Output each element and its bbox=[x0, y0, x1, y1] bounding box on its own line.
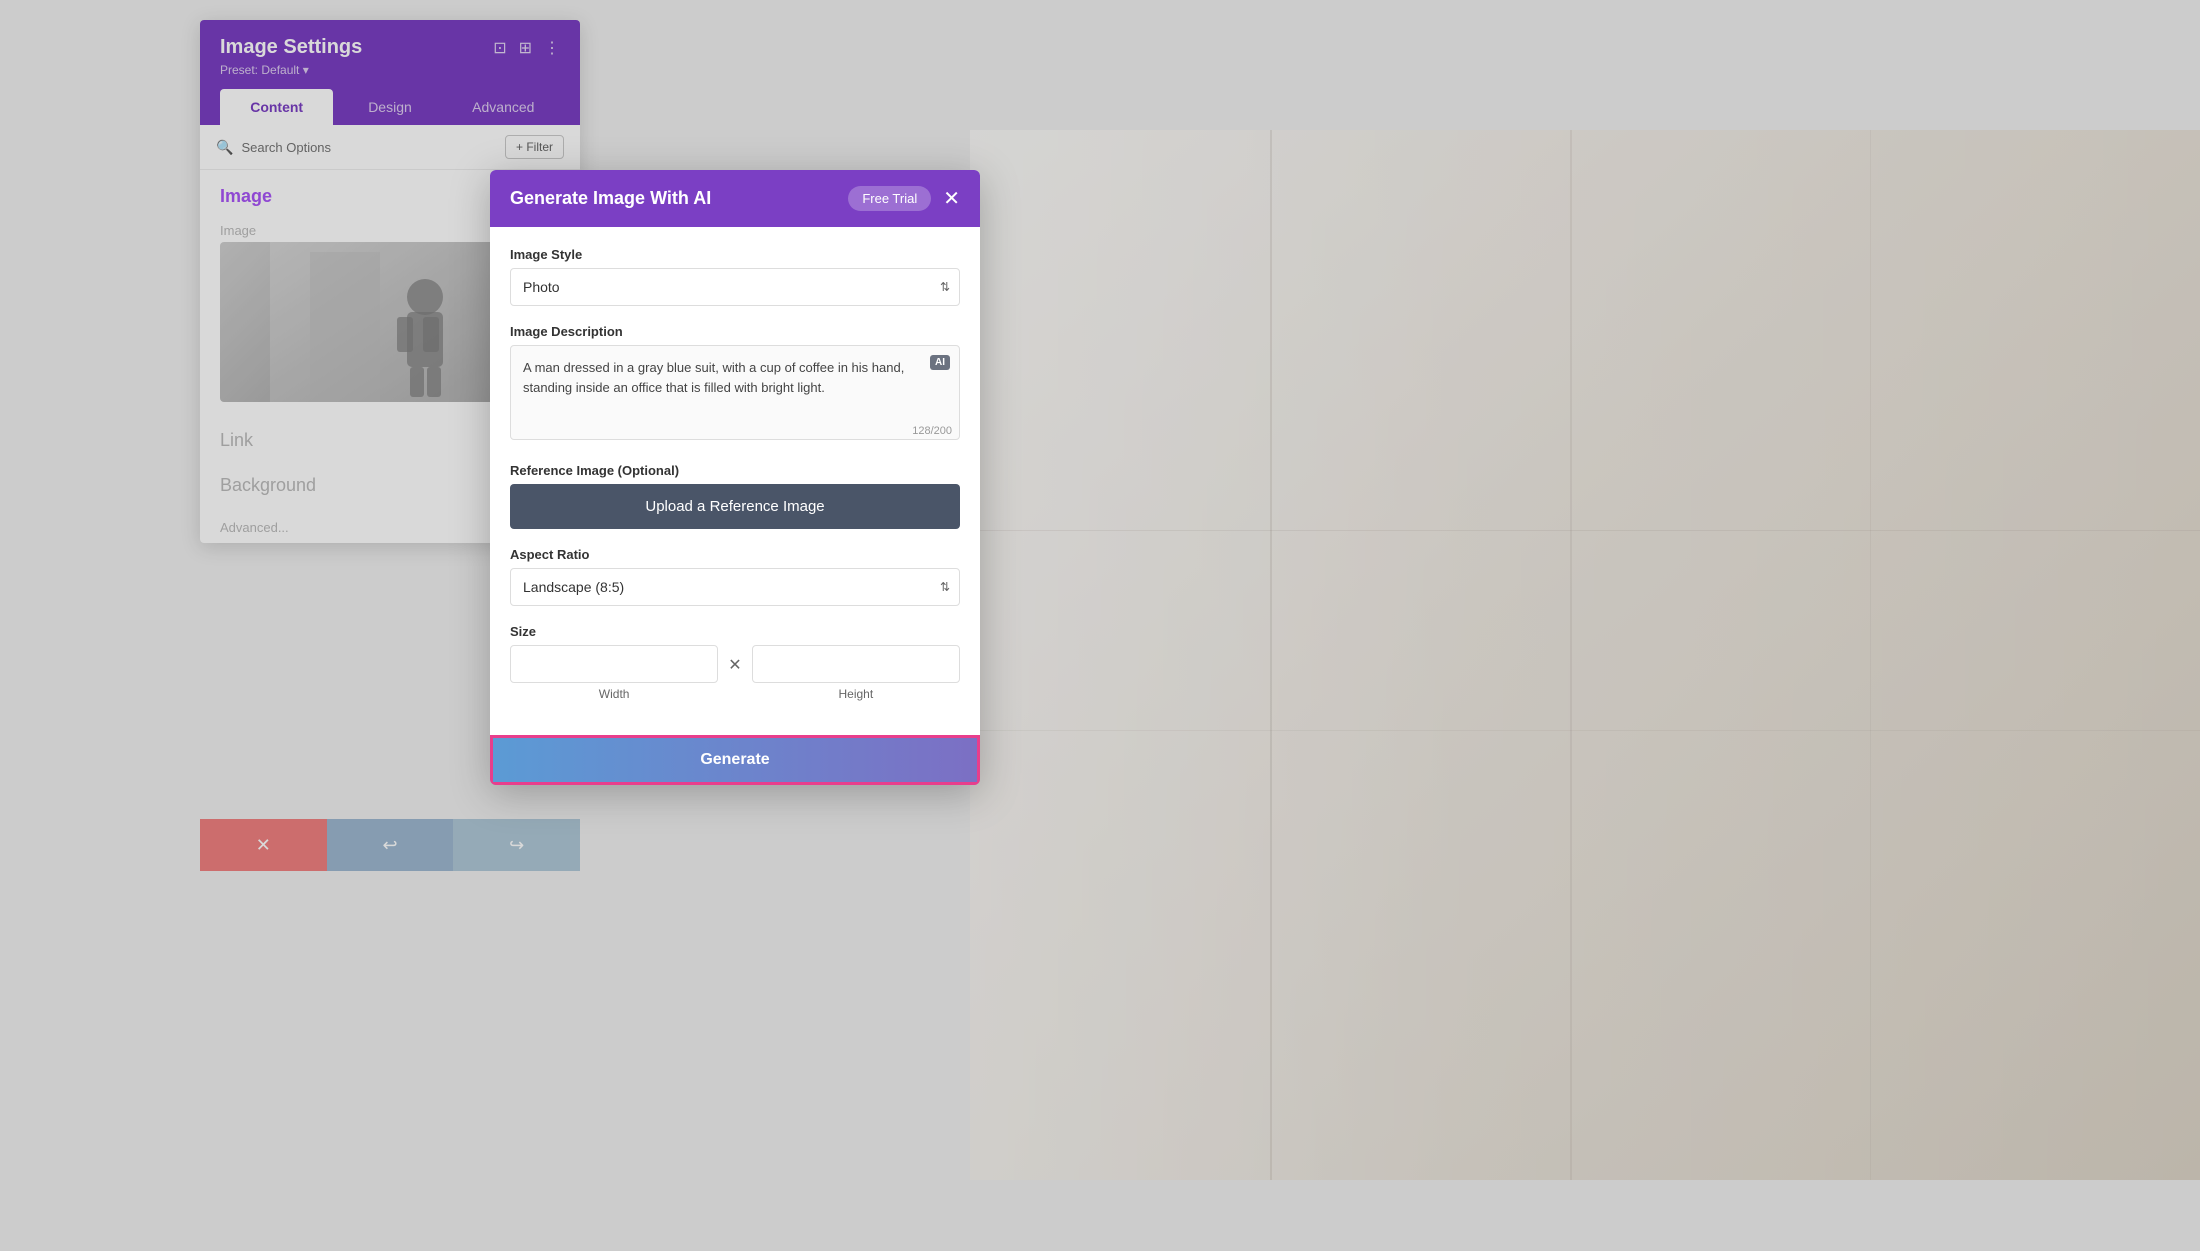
reference-image-label: Reference Image (Optional) bbox=[510, 463, 960, 478]
height-input-group: 512 Height bbox=[752, 645, 960, 701]
modal-close-button[interactable]: ✕ bbox=[943, 189, 960, 209]
aspect-ratio-label: Aspect Ratio bbox=[510, 547, 960, 562]
generate-image-modal: Generate Image With AI Free Trial ✕ Imag… bbox=[490, 170, 980, 785]
reference-image-field: Reference Image (Optional) Upload a Refe… bbox=[510, 463, 960, 529]
aspect-ratio-select-wrapper: Landscape (8:5) Portrait (5:8) Square (1… bbox=[510, 568, 960, 606]
modal-body: Image Style Photo Illustration Sketch Pa… bbox=[490, 227, 980, 735]
modal-header-right: Free Trial ✕ bbox=[848, 186, 960, 211]
generate-button[interactable]: Generate bbox=[490, 735, 980, 785]
image-description-label: Image Description bbox=[510, 324, 960, 339]
image-style-field: Image Style Photo Illustration Sketch Pa… bbox=[510, 247, 960, 306]
image-style-select-wrapper: Photo Illustration Sketch Painting 3D ⇅ bbox=[510, 268, 960, 306]
size-row: 512 Width ✕ 512 Height bbox=[510, 645, 960, 701]
upload-reference-button[interactable]: Upload a Reference Image bbox=[510, 484, 960, 529]
height-input[interactable]: 512 bbox=[752, 645, 960, 683]
size-label: Size bbox=[510, 624, 960, 639]
image-description-field: Image Description A man dressed in a gra… bbox=[510, 324, 960, 445]
free-trial-badge[interactable]: Free Trial bbox=[848, 186, 931, 211]
height-label: Height bbox=[752, 687, 960, 701]
modal-header: Generate Image With AI Free Trial ✕ bbox=[490, 170, 980, 227]
textarea-wrapper: A man dressed in a gray blue suit, with … bbox=[510, 345, 960, 445]
image-description-textarea[interactable]: A man dressed in a gray blue suit, with … bbox=[510, 345, 960, 440]
char-count: 128/200 bbox=[912, 425, 952, 437]
modal-overlay bbox=[0, 0, 2200, 1251]
size-cross-icon: ✕ bbox=[728, 655, 741, 675]
aspect-ratio-select[interactable]: Landscape (8:5) Portrait (5:8) Square (1… bbox=[510, 568, 960, 606]
width-input-group: 512 Width bbox=[510, 645, 718, 701]
size-field: Size 512 Width ✕ 512 Height bbox=[510, 624, 960, 701]
image-style-select[interactable]: Photo Illustration Sketch Painting 3D bbox=[510, 268, 960, 306]
width-label: Width bbox=[510, 687, 718, 701]
image-style-label: Image Style bbox=[510, 247, 960, 262]
ai-badge: AI bbox=[930, 355, 950, 370]
aspect-ratio-field: Aspect Ratio Landscape (8:5) Portrait (5… bbox=[510, 547, 960, 606]
width-input[interactable]: 512 bbox=[510, 645, 718, 683]
modal-title: Generate Image With AI bbox=[510, 188, 711, 209]
